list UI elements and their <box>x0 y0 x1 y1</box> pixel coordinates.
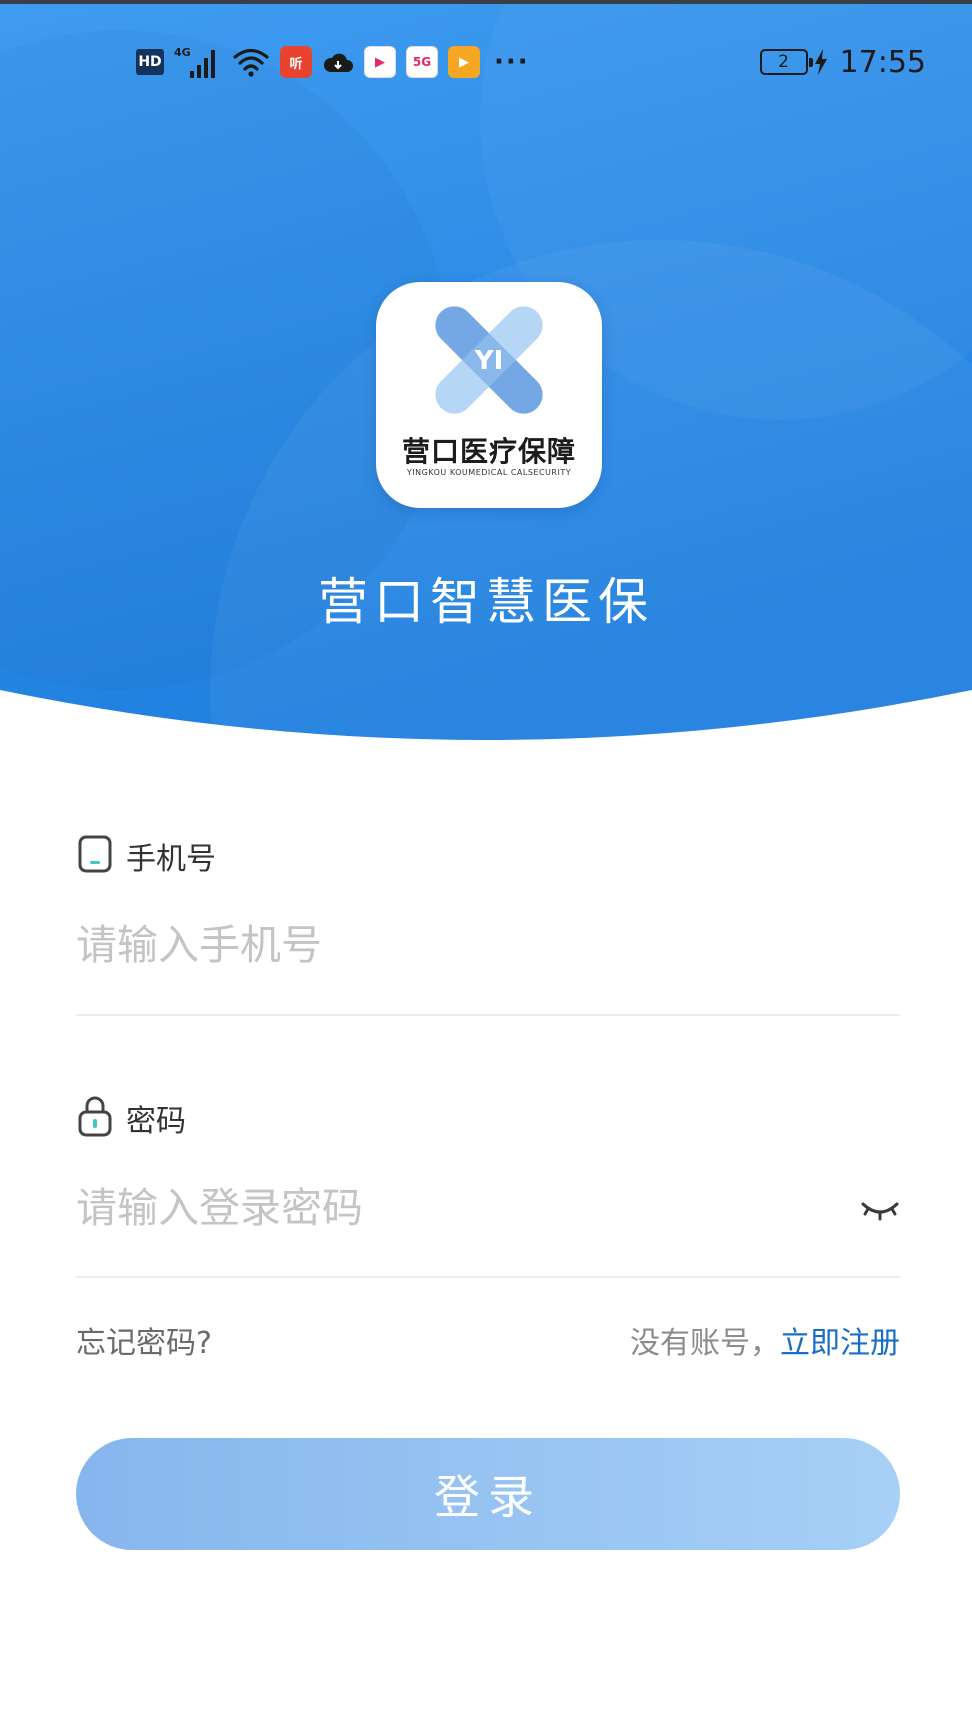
hd-badge: HD <box>136 49 164 75</box>
video-app-icon: ▶ <box>448 46 480 78</box>
app-logo: YI 营口医疗保障 YINGKOU KOUMEDICAL CALSECURITY <box>376 282 602 508</box>
logo-name: 营口医疗保障 <box>401 435 576 468</box>
password-label: 密码 <box>126 1104 186 1139</box>
password-input[interactable] <box>76 1168 836 1248</box>
top-edge <box>0 0 972 4</box>
forgot-password-link[interactable]: 忘记密码? <box>76 1318 212 1362</box>
charging-icon <box>814 49 828 75</box>
login-screen: HD 4G 听 ▶ 5G ▶ ··· 2 17:55 YI 营口医疗保障 YIN… <box>0 0 972 1728</box>
logo-mark-text: YI <box>474 346 504 376</box>
no-account-text: 没有账号， <box>630 1326 780 1361</box>
auth-links-row: 忘记密码? 没有账号，立即注册 <box>76 1318 900 1362</box>
password-label-row: 密码 <box>78 1095 186 1141</box>
wifi-icon <box>232 47 270 77</box>
closed-eye-icon <box>861 1202 899 1221</box>
listen-app-icon: 听 <box>280 46 312 78</box>
phone-icon <box>78 835 112 877</box>
status-bar: HD 4G 听 ▶ 5G ▶ ··· 2 17:55 <box>0 36 972 86</box>
password-divider <box>76 1276 900 1278</box>
5g-app-icon: 5G <box>406 46 438 78</box>
register-link[interactable]: 立即注册 <box>780 1326 900 1361</box>
phone-label-row: 手机号 <box>78 834 216 878</box>
clock: 17:55 <box>839 44 926 80</box>
status-bar-left: HD 4G 听 ▶ 5G ▶ ··· <box>136 42 530 82</box>
youku-app-icon: ▶ <box>364 46 396 78</box>
show-password-toggle[interactable] <box>858 1196 902 1226</box>
app-title: 营口智慧医保 <box>318 573 654 631</box>
sim-slot-label: 2 <box>778 52 789 72</box>
phone-input[interactable] <box>76 905 900 985</box>
network-type-label: 4G <box>174 46 191 59</box>
cloud-icon <box>322 50 354 74</box>
more-notifications-icon: ··· <box>494 47 530 77</box>
signal-icon: 4G <box>174 45 222 79</box>
logo-subtitle: YINGKOU KOUMEDICAL CALSECURITY <box>406 468 572 477</box>
register-prompt: 没有账号，立即注册 <box>630 1318 900 1362</box>
lock-icon <box>78 1095 112 1141</box>
phone-label: 手机号 <box>126 842 216 877</box>
battery-icon: 2 <box>759 49 813 75</box>
phone-divider <box>76 1014 900 1016</box>
header-banner: HD 4G 听 ▶ 5G ▶ ··· 2 17:55 YI 营口医疗保障 YIN… <box>0 0 972 760</box>
login-button[interactable]: 登录 <box>76 1438 900 1550</box>
status-bar-right: 2 17:55 <box>759 42 926 82</box>
